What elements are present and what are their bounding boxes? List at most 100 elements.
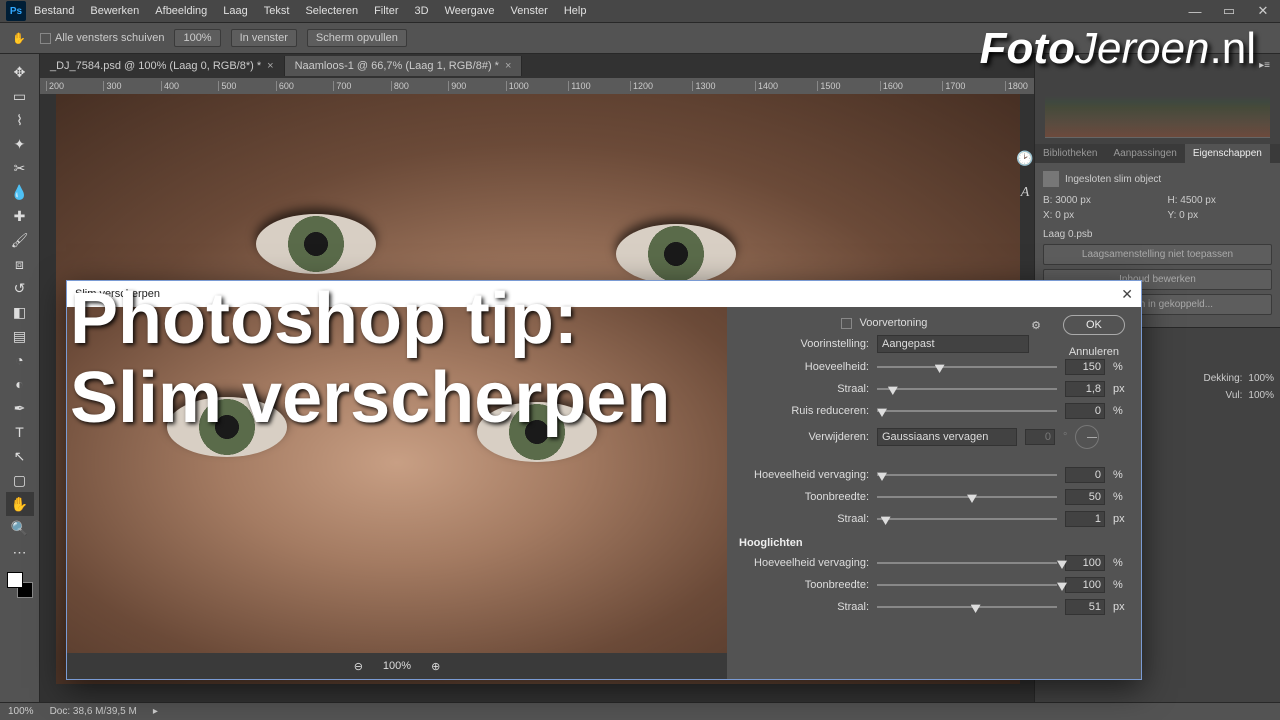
radius-slider[interactable] xyxy=(877,382,1057,396)
dialog-title: Slim verscherpen xyxy=(75,288,160,300)
width-value: B: 3000 px xyxy=(1043,195,1148,206)
eye-right xyxy=(616,224,736,284)
lasso-tool-icon[interactable]: ⌇ xyxy=(6,108,34,132)
panel-tabs: Bibliotheken Aanpassingen Eigenschappen xyxy=(1035,144,1280,163)
eye-left xyxy=(256,214,376,274)
marquee-tool-icon[interactable]: ▭ xyxy=(6,84,34,108)
highlight-radius-slider[interactable] xyxy=(877,600,1057,614)
preset-label: Voorinstelling: xyxy=(739,338,869,350)
ok-button[interactable]: OK xyxy=(1063,315,1125,335)
eraser-tool-icon[interactable]: ◧ xyxy=(6,300,34,324)
histogram-menu-icon[interactable]: ▸≡ xyxy=(1259,60,1270,71)
props-title: Ingesloten slim object xyxy=(1065,174,1161,185)
status-bar: 100% Doc: 38,6 M/39,5 M ▸ xyxy=(0,702,1280,720)
menu-item[interactable]: Bestand xyxy=(34,5,74,17)
document-tab[interactable]: _DJ_7584.psd @ 100% (Laag 0, RGB/8*) *× xyxy=(40,56,285,76)
fill-value[interactable]: 100% xyxy=(1248,390,1274,401)
menu-item[interactable]: Weergave xyxy=(445,5,495,17)
eyedropper-tool-icon[interactable]: 💧 xyxy=(6,180,34,204)
document-tab[interactable]: Naamloos-1 @ 66,7% (Laag 1, RGB/8#) *× xyxy=(285,56,523,76)
preview-zoom-bar: ⊖ 100% ⊕ xyxy=(67,653,727,679)
preset-dropdown[interactable]: Aangepast xyxy=(877,335,1029,353)
hand-tool-icon[interactable]: ✋ xyxy=(6,492,34,516)
gear-icon[interactable]: ⚙ xyxy=(1031,319,1041,332)
hand-tool-indicator[interactable]: ✋ xyxy=(8,27,30,49)
highlight-fade-slider[interactable] xyxy=(877,556,1057,570)
menu-item[interactable]: Venster xyxy=(511,5,548,17)
fit-window-button[interactable]: In venster xyxy=(231,29,297,47)
shadow-tonal-slider[interactable] xyxy=(877,490,1057,504)
collapsed-panel-strip: 🕑 A xyxy=(1016,150,1034,201)
tab-close-icon[interactable]: × xyxy=(505,60,511,72)
menu-item[interactable]: Bewerken xyxy=(90,5,139,17)
preview-image[interactable] xyxy=(67,307,727,653)
dodge-tool-icon[interactable]: ◐ xyxy=(6,372,34,396)
blur-tool-icon[interactable]: ◔ xyxy=(6,348,34,372)
fill-screen-button[interactable]: Scherm opvullen xyxy=(307,29,407,47)
stamp-tool-icon[interactable]: ⧈ xyxy=(6,252,34,276)
x-value: X: 0 px xyxy=(1043,210,1148,221)
layer-comp-button[interactable]: Laagsamenstelling niet toepassen xyxy=(1043,244,1272,265)
brush-tool-icon[interactable]: 🖌 xyxy=(6,228,34,252)
crop-tool-icon[interactable]: ✂ xyxy=(6,156,34,180)
amount-value[interactable]: 150 xyxy=(1065,359,1105,375)
menu-item[interactable]: Afbeelding xyxy=(155,5,207,17)
histogram-graph xyxy=(1045,78,1270,138)
remove-dropdown[interactable]: Gaussiaans vervagen xyxy=(877,428,1017,446)
tab-close-icon[interactable]: × xyxy=(267,60,273,72)
shadow-radius-slider[interactable] xyxy=(877,512,1057,526)
toolbox: ✥ ▭ ⌇ ✦ ✂ 💧 ✚ 🖌 ⧈ ↺ ◧ ▤ ◔ ◐ ✒ T ↖ ▢ ✋ 🔍 … xyxy=(0,54,40,702)
cancel-button[interactable]: Annuleren xyxy=(1059,343,1129,361)
highlight-tonal-slider[interactable] xyxy=(877,578,1057,592)
menu-item[interactable]: Help xyxy=(564,5,587,17)
shape-tool-icon[interactable]: ▢ xyxy=(6,468,34,492)
highlights-header: Hooglichten xyxy=(739,537,1129,549)
history-panel-icon[interactable]: 🕑 xyxy=(1016,150,1033,167)
zoom-in-icon[interactable]: ⊕ xyxy=(431,660,440,673)
dialog-close-icon[interactable]: ✕ xyxy=(1121,286,1133,303)
opacity-value[interactable]: 100% xyxy=(1248,373,1274,384)
status-zoom[interactable]: 100% xyxy=(8,706,34,717)
maximize-icon[interactable]: ▭ xyxy=(1212,0,1246,22)
healing-tool-icon[interactable]: ✚ xyxy=(6,204,34,228)
menu-item[interactable]: Tekst xyxy=(264,5,290,17)
scroll-all-checkbox[interactable]: Alle vensters schuiven xyxy=(40,32,164,44)
angle-control[interactable] xyxy=(1075,425,1099,449)
tab-aanpassingen[interactable]: Aanpassingen xyxy=(1105,144,1184,163)
window-controls: — ▭ ✕ xyxy=(1178,0,1280,22)
tab-bibliotheken[interactable]: Bibliotheken xyxy=(1035,144,1105,163)
noise-value[interactable]: 0 xyxy=(1065,403,1105,419)
radius-value[interactable]: 1,8 xyxy=(1065,381,1105,397)
smart-sharpen-dialog: Slim verscherpen ✕ ⊖ 100% ⊕ ⚙ OK Annuler… xyxy=(66,280,1142,680)
pen-tool-icon[interactable]: ✒ xyxy=(6,396,34,420)
noise-slider[interactable] xyxy=(877,404,1057,418)
status-doc: Doc: 38,6 M/39,5 M xyxy=(50,706,137,717)
color-swatch[interactable] xyxy=(7,572,33,598)
dialog-titlebar: Slim verscherpen ✕ xyxy=(67,281,1141,307)
menu-item[interactable]: 3D xyxy=(415,5,429,17)
type-tool-icon[interactable]: T xyxy=(6,420,34,444)
gradient-tool-icon[interactable]: ▤ xyxy=(6,324,34,348)
minimize-icon[interactable]: — xyxy=(1178,0,1212,22)
history-brush-tool-icon[interactable]: ↺ xyxy=(6,276,34,300)
y-value: Y: 0 px xyxy=(1168,210,1273,221)
preview-checkbox[interactable] xyxy=(841,318,852,329)
menu-item[interactable]: Selecteren xyxy=(305,5,358,17)
menu-item[interactable]: Laag xyxy=(223,5,247,17)
tab-eigenschappen[interactable]: Eigenschappen xyxy=(1185,144,1270,163)
height-value: H: 4500 px xyxy=(1168,195,1273,206)
quick-select-tool-icon[interactable]: ✦ xyxy=(6,132,34,156)
amount-slider[interactable] xyxy=(877,360,1057,374)
zoom-out-icon[interactable]: ⊖ xyxy=(354,660,363,673)
character-panel-icon[interactable]: A xyxy=(1021,185,1030,201)
zoom-100-button[interactable]: 100% xyxy=(174,29,220,47)
edit-toolbar-icon[interactable]: ⋯ xyxy=(6,540,34,564)
move-tool-icon[interactable]: ✥ xyxy=(6,60,34,84)
path-select-tool-icon[interactable]: ↖ xyxy=(6,444,34,468)
zoom-level: 100% xyxy=(383,660,411,672)
shadow-fade-slider[interactable] xyxy=(877,468,1057,482)
close-icon[interactable]: ✕ xyxy=(1246,0,1280,22)
dialog-preview: ⊖ 100% ⊕ xyxy=(67,307,727,679)
zoom-tool-icon[interactable]: 🔍 xyxy=(6,516,34,540)
menu-item[interactable]: Filter xyxy=(374,5,398,17)
